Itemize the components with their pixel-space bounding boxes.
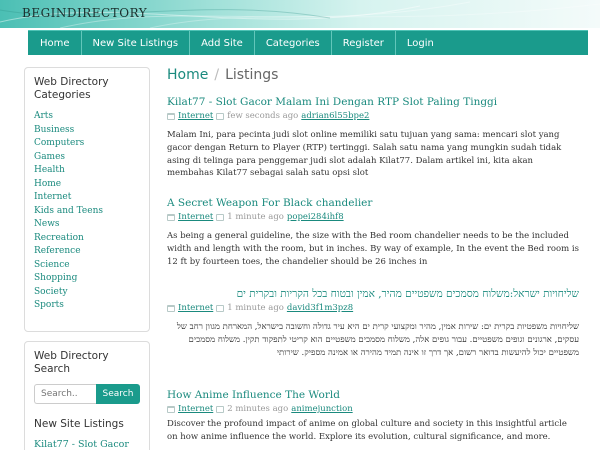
nav-register[interactable]: Register (332, 31, 396, 55)
main-content: Home / Listings Kilat77 - Slot Gacor Malam… (167, 67, 579, 444)
category-link-society[interactable]: Society (34, 287, 68, 297)
calendar-icon (216, 405, 225, 413)
list-item: Health (34, 164, 140, 178)
listing-description: Malam Ini, para pecinta judi slot online… (167, 130, 562, 179)
search-title: Web Directory Search (34, 350, 109, 375)
search-panel: Web Directory Search Search New Site Lis… (24, 341, 150, 450)
listing-time: 2 minutes ago (227, 404, 289, 414)
category-link-shopping[interactable]: Shopping (34, 273, 77, 283)
listing-title-link[interactable]: Kilat77 - Slot Gacor Malam Ini Dengan RT… (167, 95, 579, 109)
nav-categories[interactable]: Categories (255, 31, 332, 55)
listing-user-link[interactable]: adrian6l55bpe2 (301, 110, 369, 122)
new-listings-title: New Site Listings (34, 418, 124, 430)
folder-icon (167, 304, 175, 312)
search-button[interactable]: Search (96, 384, 140, 404)
list-item: Kilat77 - Slot Gacor Malam Ini Dengan RT… (167, 95, 579, 190)
category-link-business[interactable]: Business (34, 125, 74, 135)
category-link-arts[interactable]: Arts (34, 111, 53, 121)
listing-user-link[interactable]: animejunction (291, 403, 352, 415)
site-logo-text[interactable]: BEGINDIRECTORY (22, 6, 147, 20)
listing-description: שליחויות משפטיות בקרית ים: שירות אמין, מ… (176, 322, 579, 358)
list-item: שליחויות ישראל:משלוח מסמכים משפטיים מהיר… (167, 287, 579, 382)
categories-title: Web Directory Categories (34, 76, 109, 101)
category-list: Arts Business Computers Games Health Hom… (34, 110, 140, 313)
calendar-icon (216, 304, 225, 312)
listing-category-link[interactable]: Internet (178, 211, 213, 223)
listing-meta: Internet 1 minute ago david3f1m3pz8 (167, 302, 579, 314)
listing-category-link[interactable]: Internet (178, 110, 213, 122)
listing-user-link[interactable]: david3f1m3pz8 (287, 302, 353, 314)
list-item: A Secret Weapon For Black chandelier Int… (167, 196, 579, 281)
calendar-icon (216, 112, 225, 120)
category-link-kids-and-teens[interactable]: Kids and Teens (34, 206, 103, 216)
list-item: Arts (34, 110, 140, 124)
folder-icon (167, 213, 175, 221)
list-item: Kids and Teens (34, 205, 140, 219)
folder-icon (167, 112, 175, 120)
listing-title-link[interactable]: A Secret Weapon For Black chandelier (167, 196, 579, 210)
new-listing-link[interactable]: Kilat77 - Slot Gacor Malam Ini Dengan (34, 439, 129, 450)
category-link-news[interactable]: News (34, 219, 60, 229)
category-link-recreation[interactable]: Recreation (34, 233, 84, 243)
category-link-reference[interactable]: Reference (34, 246, 81, 256)
listing-description: As being a general guideline, the size w… (167, 231, 579, 267)
nav-add-site[interactable]: Add Site (190, 31, 255, 55)
nav-home[interactable]: Home (28, 31, 82, 55)
category-link-games[interactable]: Games (34, 152, 65, 162)
category-link-health[interactable]: Health (34, 165, 65, 175)
listing-meta: Internet 1 minute ago popei284ihf8 (167, 211, 579, 223)
breadcrumb-home[interactable]: Home (167, 67, 208, 83)
search-form: Search (34, 384, 140, 404)
list-item: Society (34, 286, 140, 300)
listing-description: Discover the profound impact of anime on… (167, 419, 567, 442)
listing-title-link[interactable]: How Anime Influence The World (167, 388, 579, 402)
list-item: News (34, 218, 140, 232)
category-link-internet[interactable]: Internet (34, 192, 71, 202)
list-item: Computers (34, 137, 140, 151)
listing-time: 1 minute ago (227, 303, 284, 313)
category-link-science[interactable]: Science (34, 260, 70, 270)
list-item: Home (34, 178, 140, 192)
category-link-sports[interactable]: Sports (34, 300, 64, 310)
listing-title-link[interactable]: שליחויות ישראל:משלוח מסמכים משפטיים מהיר… (167, 287, 579, 301)
list-item: Sports (34, 299, 140, 313)
listing-user-link[interactable]: popei284ihf8 (287, 211, 344, 223)
breadcrumb-current: Listings (225, 67, 279, 83)
nav-new-site-listings[interactable]: New Site Listings (82, 31, 191, 55)
listing-time: 1 minute ago (227, 212, 284, 222)
search-input[interactable] (34, 384, 96, 404)
nav-login[interactable]: Login (396, 31, 445, 55)
main-nav: Home New Site Listings Add Site Categori… (28, 30, 588, 55)
listing-meta: Internet few seconds ago adrian6l55bpe2 (167, 110, 579, 122)
listing-meta: Internet 2 minutes ago animejunction (167, 403, 579, 415)
breadcrumb-separator: / (214, 67, 220, 83)
list-item: Reference (34, 245, 140, 259)
list-item: Business (34, 124, 140, 138)
calendar-icon (216, 213, 225, 221)
list-item: Science (34, 259, 140, 273)
list-item: Shopping (34, 272, 140, 286)
list-item: Games (34, 151, 140, 165)
header-banner: BEGINDIRECTORY (0, 0, 600, 28)
listing-category-link[interactable]: Internet (178, 302, 213, 314)
folder-icon (167, 405, 175, 413)
new-listing-item: Kilat77 - Slot Gacor Malam Ini Dengan (34, 439, 140, 450)
list-item: How Anime Influence The World Internet 2… (167, 388, 579, 444)
categories-panel: Web Directory Categories Arts Business C… (24, 67, 150, 332)
sidebar: Web Directory Categories Arts Business C… (24, 67, 150, 450)
category-link-computers[interactable]: Computers (34, 138, 84, 148)
listing-category-link[interactable]: Internet (178, 403, 213, 415)
breadcrumb: Home / Listings (167, 67, 579, 89)
category-link-home[interactable]: Home (34, 179, 61, 189)
list-item: Recreation (34, 232, 140, 246)
listing-time: few seconds ago (227, 111, 299, 121)
list-item: Internet (34, 191, 140, 205)
